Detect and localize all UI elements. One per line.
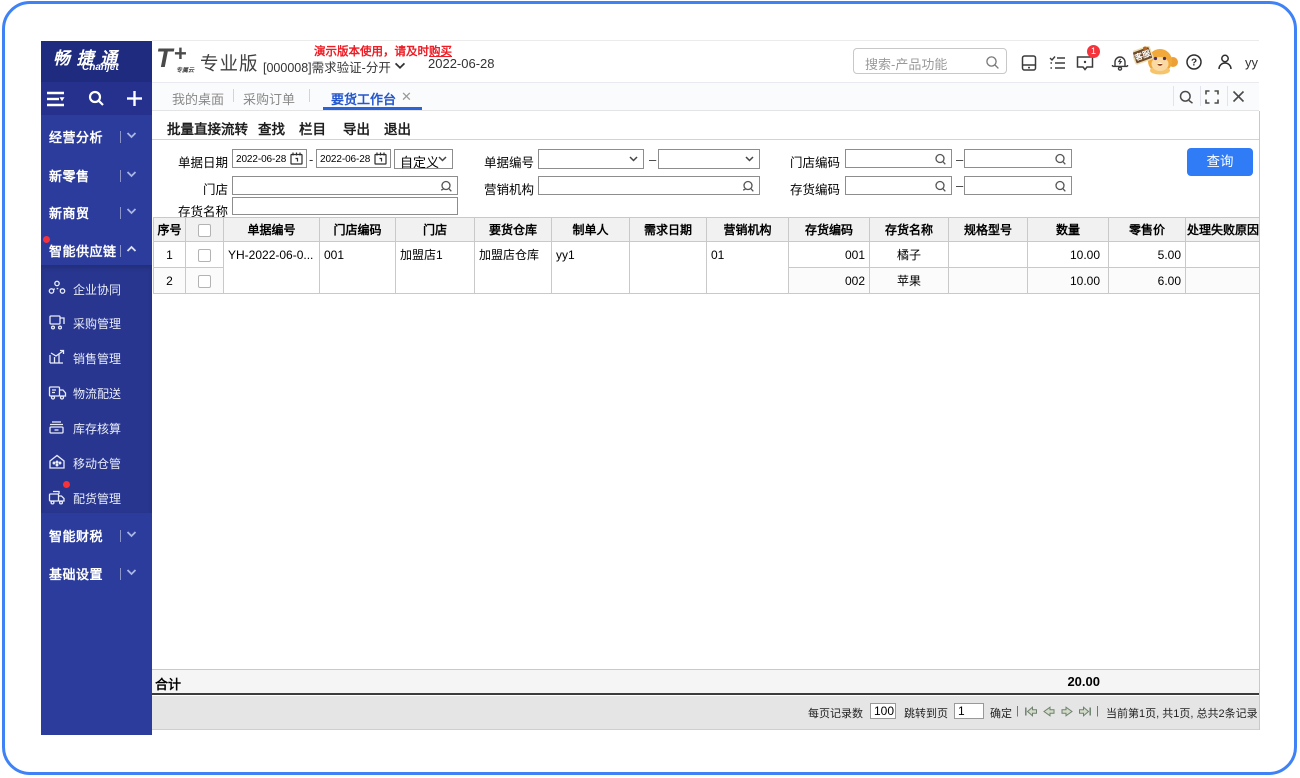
- svg-text:?: ?: [1191, 58, 1197, 69]
